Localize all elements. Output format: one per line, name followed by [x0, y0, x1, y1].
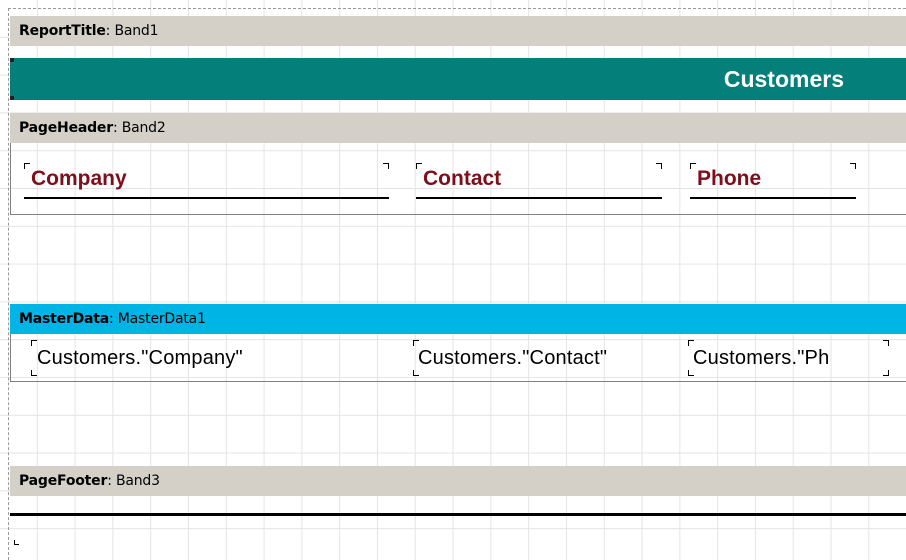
report-title-memo[interactable]: Customers [10, 58, 906, 100]
data-field-contact[interactable]: Customers."Contact" [413, 340, 687, 376]
column-header-label: Contact [423, 167, 502, 190]
data-field-expression: Customers."Ph [693, 346, 830, 369]
band-separator: : [112, 120, 122, 136]
band-type-label: PageHeader [19, 120, 113, 136]
band-name: MasterData1 [117, 311, 206, 327]
band-type-label: PageFooter [19, 473, 108, 489]
band-separator: : [105, 23, 115, 39]
report-title-text: Customers [723, 66, 844, 92]
data-field-company[interactable]: Customers."Company" [31, 340, 409, 376]
footer-line[interactable] [10, 513, 906, 516]
band-name: Band3 [115, 473, 160, 489]
band-separator: : [107, 473, 116, 489]
band-separator: : [109, 311, 118, 327]
page-header-band-header[interactable]: PageHeader: Band2 [10, 113, 906, 143]
band-type-label: MasterData [19, 311, 110, 327]
column-header-company[interactable]: Company [24, 163, 389, 199]
data-field-expression: Customers."Company" [37, 346, 243, 369]
selection-marker [10, 58, 14, 62]
column-header-contact[interactable]: Contact [416, 163, 662, 199]
page-footer-band-header[interactable]: PageFooter: Band3 [10, 466, 906, 496]
selection-marker [10, 96, 14, 100]
master-data-band-header[interactable]: MasterData: MasterData1 [10, 304, 906, 334]
column-header-label: Phone [697, 167, 762, 190]
band-type-label: ReportTitle [19, 23, 106, 39]
data-field-phone[interactable]: Customers."Ph [688, 340, 889, 376]
band-name: Band2 [121, 120, 166, 136]
data-field-expression: Customers."Contact" [418, 346, 608, 369]
report-title-band-header[interactable]: ReportTitle: Band1 [10, 16, 906, 46]
column-header-phone[interactable]: Phone [690, 163, 856, 199]
column-header-label: Company [31, 167, 127, 190]
band-name: Band1 [114, 23, 159, 39]
selection-marker [14, 540, 19, 545]
